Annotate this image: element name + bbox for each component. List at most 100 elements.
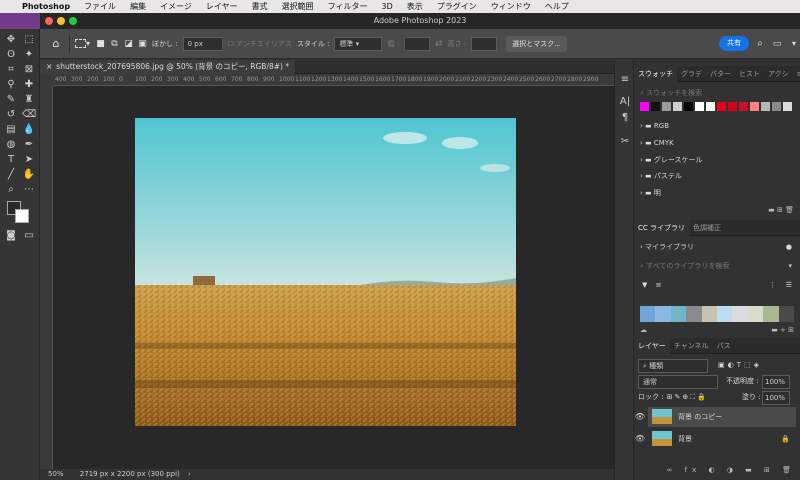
blend-mode-select[interactable]: 通常 <box>638 375 718 389</box>
library-theme-color[interactable] <box>655 306 671 322</box>
new-swatch-icon[interactable]: ⊞ <box>777 206 783 214</box>
menu-help[interactable]: ヘルプ <box>545 1 569 12</box>
layer-filter-icons[interactable]: ▣◐T⬚◈ <box>718 357 762 373</box>
frame-tool-icon[interactable]: ⊠ <box>22 62 36 76</box>
menu-window[interactable]: ウィンドウ <box>491 1 531 12</box>
blur-tool-icon[interactable]: 💧 <box>22 122 36 136</box>
menu-image[interactable]: イメージ <box>160 1 192 12</box>
tab-swatches[interactable]: スウォッチ <box>634 65 677 82</box>
move-tool-icon[interactable]: ✥ <box>4 32 18 46</box>
color-swatch[interactable] <box>750 102 759 111</box>
history-brush-tool-icon[interactable]: ↺ <box>4 107 18 121</box>
library-theme-color[interactable] <box>717 306 733 322</box>
color-swatch[interactable] <box>739 102 748 111</box>
properties-icon[interactable]: ≡ <box>618 72 632 86</box>
home-icon[interactable]: ⌂ <box>48 35 64 53</box>
zoom-window-icon[interactable] <box>69 17 77 25</box>
color-swatch[interactable] <box>706 102 715 111</box>
select-and-mask-button[interactable]: 選択とマスク... <box>506 35 567 52</box>
vertical-ruler[interactable] <box>40 86 53 469</box>
color-swatch[interactable] <box>673 102 682 111</box>
library-theme-color[interactable] <box>686 306 702 322</box>
workspace-menu-chevron-icon[interactable]: ▾ <box>788 35 800 53</box>
library-theme-color[interactable] <box>670 306 687 322</box>
layer-row-background[interactable]: 背景 🔒 <box>648 429 796 449</box>
library-theme-color[interactable] <box>640 306 656 322</box>
document-tab[interactable]: × shutterstock_207695806.jpg @ 50% (背景 のコ… <box>40 60 296 74</box>
color-swatch[interactable] <box>651 102 660 111</box>
feather-input[interactable]: 0 px <box>182 36 223 51</box>
tab-adjustments[interactable]: 色調補正 <box>689 220 725 236</box>
artboard-tool-icon[interactable]: ⬚ <box>22 32 36 46</box>
view-list-icon[interactable]: ☰ <box>786 277 792 293</box>
tab-histogram[interactable]: ヒスト <box>735 66 764 82</box>
menu-3d[interactable]: 3D <box>382 2 393 11</box>
library-theme-color[interactable] <box>747 306 764 322</box>
layer-visibility-eye-icon[interactable]: 👁 <box>634 429 646 449</box>
sort-icon[interactable]: ≡ <box>656 281 662 289</box>
color-swatch[interactable] <box>761 102 770 111</box>
tab-paths[interactable]: パス <box>713 338 735 354</box>
tab-actions[interactable]: アクシ <box>764 66 793 82</box>
line-tool-icon[interactable]: ╱ <box>4 167 18 181</box>
menu-view[interactable]: 表示 <box>407 1 423 12</box>
screen-mode-icon[interactable]: ▭ <box>22 228 36 242</box>
swatch-group-rgb[interactable]: › ▬ RGB <box>634 118 800 134</box>
color-swatch[interactable] <box>728 102 737 111</box>
menu-filter[interactable]: フィルター <box>328 1 368 12</box>
pen-tool-icon[interactable]: ✒ <box>22 137 36 151</box>
library-search-chevron-icon[interactable]: ▾ <box>788 258 792 274</box>
eraser-tool-icon[interactable]: ⌫ <box>22 107 36 121</box>
healing-brush-tool-icon[interactable]: ✚ <box>22 77 36 91</box>
panel-menu-icon[interactable]: ≡ <box>793 66 800 82</box>
style-select[interactable]: 標準 ▾ <box>334 36 383 51</box>
gradient-tool-icon[interactable]: ▤ <box>4 122 18 136</box>
library-theme-color[interactable] <box>778 306 795 322</box>
fill-input[interactable]: 100% <box>762 391 790 405</box>
crop-tool-icon[interactable]: ⌗ <box>4 62 18 76</box>
tab-layers[interactable]: レイヤー <box>634 337 670 354</box>
color-swatch[interactable] <box>783 102 792 111</box>
color-swatch[interactable] <box>662 102 671 111</box>
dodge-tool-icon[interactable]: ◍ <box>4 137 18 151</box>
color-swatch[interactable] <box>684 102 693 111</box>
eyedropper-tool-icon[interactable]: ⚲ <box>4 77 18 91</box>
zoom-tool-icon[interactable]: ⌕ <box>4 182 18 196</box>
opacity-input[interactable]: 100% <box>762 375 790 389</box>
swatch-group-pastel[interactable]: › ▬ パステル <box>634 168 800 184</box>
swatch-group-grayscale[interactable]: › ▬ グレースケール <box>634 152 800 168</box>
new-selection-icon[interactable]: ■ <box>96 35 105 53</box>
document-info[interactable]: 2719 px x 2200 px (300 ppi) <box>80 470 180 478</box>
horizontal-ruler[interactable]: 400 300 200 100 0 100 200 300 400 500 600 700 800 900… <box>53 74 614 86</box>
magic-wand-tool-icon[interactable]: ✦ <box>22 47 36 61</box>
library-actions-icon[interactable]: ▬ + ⊞ <box>771 326 794 334</box>
subtract-selection-icon[interactable]: ◪ <box>124 35 133 53</box>
paragraph-icon[interactable]: ¶ <box>618 110 632 124</box>
filter-icon[interactable]: ▼ <box>642 281 647 289</box>
zoom-level[interactable]: 50% <box>48 470 64 478</box>
layer-name[interactable]: 背景 のコピー <box>678 407 722 427</box>
background-color-swatch[interactable] <box>15 209 29 223</box>
swatch-search[interactable]: ⌕ スウォッチを検索 <box>640 87 794 99</box>
add-selection-icon[interactable]: ⧉ <box>110 35 119 53</box>
close-document-icon[interactable]: × <box>46 62 52 71</box>
canvas-area[interactable] <box>53 86 614 469</box>
library-theme-color[interactable] <box>763 306 779 322</box>
tab-gradients[interactable]: グラデ <box>677 66 706 82</box>
library-search[interactable]: ⌕ すべてのライブラリを検索 ▾ <box>634 258 800 274</box>
menu-app-name[interactable]: Photoshop <box>22 2 70 11</box>
menu-select[interactable]: 選択範囲 <box>282 1 314 12</box>
view-grid-icon[interactable]: ⋮ <box>769 277 776 293</box>
quick-mask-icon[interactable]: ◙ <box>4 228 18 242</box>
library-selector[interactable]: ‹ マイライブラリ ● <box>634 239 800 255</box>
marquee-tool-preset-icon[interactable]: ▾ <box>69 34 91 53</box>
library-color-theme[interactable] <box>640 306 795 322</box>
layer-visibility-eye-icon[interactable]: 👁 <box>634 407 646 427</box>
menu-type[interactable]: 書式 <box>252 1 268 12</box>
tab-cc-libraries[interactable]: CC ライブラリ <box>634 219 690 236</box>
swatch-group-cmyk[interactable]: › ▬ CMYK <box>634 135 800 151</box>
more-tools-icon[interactable]: ⋯ <box>22 182 36 196</box>
color-swatch[interactable] <box>772 102 781 111</box>
ruler-origin[interactable] <box>40 74 53 86</box>
search-icon[interactable]: ⌕ <box>754 35 766 53</box>
